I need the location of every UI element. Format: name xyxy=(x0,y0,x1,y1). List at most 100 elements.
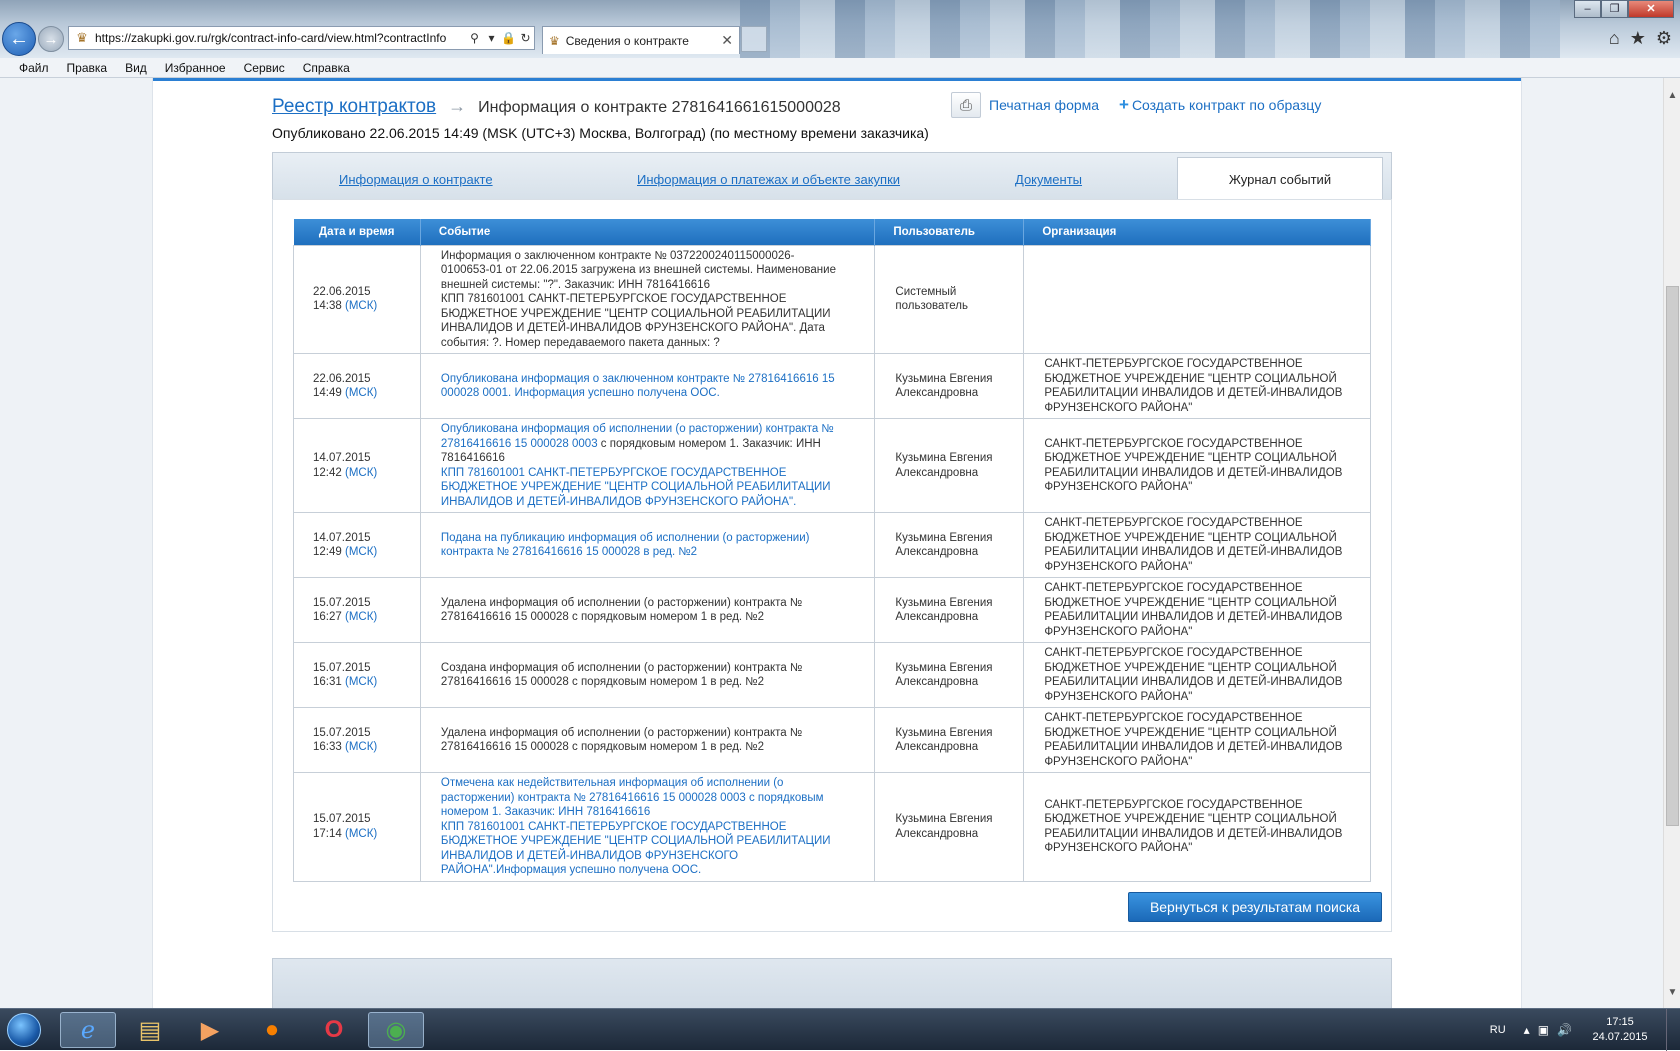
organization-name: БЮДЖЕТНОЕ УЧРЕЖДЕНИЕ "ЦЕНТР СОЦИАЛЬНОЙ xyxy=(1044,726,1337,739)
table-row: 22.06.2015 14:38 (МСК) Информация о заключ… xyxy=(293,244,1371,354)
user-name: Александровна xyxy=(895,466,979,479)
new-tab-button[interactable] xyxy=(741,26,767,52)
table-row: 15.07.2015 16:27 (МСК) Удалена информация … xyxy=(293,577,1371,643)
scroll-down-icon[interactable]: ▼ xyxy=(1664,987,1680,1004)
event-link[interactable]: 000028 0001. Информация успешно получена… xyxy=(441,387,720,399)
firefox-taskbar-button[interactable]: ● xyxy=(244,1012,300,1048)
scrollbar-thumb[interactable] xyxy=(1666,286,1679,826)
close-tab-icon[interactable]: ✕ xyxy=(721,32,733,49)
favorites-star-icon[interactable]: ★ xyxy=(1630,28,1646,49)
menu-favorites[interactable]: Избранное xyxy=(165,61,226,75)
lock-icon[interactable]: 🔒 xyxy=(500,31,517,45)
event-link[interactable]: Отмечена как недействительная информация… xyxy=(441,777,784,789)
table-row: 15.07.2015 16:31 (МСК) Создана информация … xyxy=(293,642,1371,708)
tab-contract-info[interactable]: Информация о контракте xyxy=(339,172,493,187)
volume-icon[interactable]: 🔊 xyxy=(1557,1023,1572,1037)
chrome-taskbar-button[interactable]: ◉ xyxy=(368,1012,424,1048)
column-header-event[interactable]: Событие xyxy=(420,219,876,245)
event-link[interactable]: БЮДЖЕТНОЕ УЧРЕЖДЕНИЕ "ЦЕНТР СОЦИАЛЬНОЙ Р… xyxy=(441,835,831,847)
cell-user: Системный пользователь xyxy=(874,244,1025,354)
event-link[interactable]: КПП 781601001 САНКТ-ПЕТЕРБУРГСКОЕ ГОСУДА… xyxy=(441,467,786,479)
scroll-up-icon[interactable]: ▲ xyxy=(1664,90,1680,107)
event-text: 27816416616 15 000028 с порядковым номер… xyxy=(440,741,765,753)
show-desktop-button[interactable] xyxy=(1666,1009,1680,1051)
language-indicator[interactable]: RU xyxy=(1490,1024,1506,1036)
address-url[interactable]: https://zakupki.gov.ru/rgk/contract-info… xyxy=(95,31,466,45)
event-link[interactable]: ИНВАЛИДОВ И ДЕТЕЙ-ИНВАЛИДОВ ФРУНЗЕНСКОГО… xyxy=(441,496,796,508)
user-name: Кузьмина Евгения xyxy=(895,531,993,544)
timezone-link[interactable]: (МСК) xyxy=(345,741,377,753)
maximize-button[interactable]: ❐ xyxy=(1601,0,1628,18)
tray-expand-icon[interactable]: ▴ xyxy=(1524,1023,1530,1037)
search-icon[interactable]: ⚲ xyxy=(466,31,483,45)
event-link[interactable]: Подана на публикацию информация об испол… xyxy=(441,532,810,544)
menu-tools[interactable]: Сервис xyxy=(244,61,285,75)
create-contract-label[interactable]: Создать контракт по образцу xyxy=(1132,97,1321,113)
event-link[interactable]: РАЙОНА".Информация успешно получена ООС. xyxy=(441,864,701,876)
timezone-link[interactable]: (МСК) xyxy=(345,467,377,479)
event-text: Информация о заключенном контракте № 037… xyxy=(440,249,795,262)
timezone-link[interactable]: (МСК) xyxy=(345,676,377,688)
opera-taskbar-button[interactable]: O xyxy=(306,1012,362,1048)
user-name: Системный xyxy=(895,285,957,298)
network-icon[interactable]: ▣ xyxy=(1538,1023,1549,1037)
organization-name: БЮДЖЕТНОЕ УЧРЕЖДЕНИЕ "ЦЕНТР СОЦИАЛЬНОЙ xyxy=(1044,813,1337,826)
minimize-button[interactable]: – xyxy=(1574,0,1601,18)
start-button[interactable] xyxy=(2,1009,46,1051)
page-container: Реестр контрактов → Информация о контрак… xyxy=(152,78,1522,1008)
timezone-link[interactable]: (МСК) xyxy=(345,546,377,558)
forward-button[interactable]: → xyxy=(38,26,64,52)
print-form-label[interactable]: Печатная форма xyxy=(989,97,1099,113)
event-link[interactable]: КПП 781601001 САНКТ-ПЕТЕРБУРГСКОЕ ГОСУДА… xyxy=(441,821,786,833)
timezone-link[interactable]: (МСК) xyxy=(345,387,377,399)
clock[interactable]: 17:15 24.07.2015 xyxy=(1580,1015,1660,1045)
back-to-results-button[interactable]: Вернуться к результатам поиска xyxy=(1128,892,1382,922)
explorer-taskbar-button[interactable]: ▤ xyxy=(122,1012,178,1048)
event-link[interactable]: 27816416616 15 000028 0003 xyxy=(441,438,598,450)
organization-name: САНКТ-ПЕТЕРБУРГСКОЕ ГОСУДАРСТВЕННОЕ xyxy=(1044,582,1303,594)
back-button[interactable]: ← xyxy=(2,22,36,56)
timezone-link[interactable]: (МСК) xyxy=(345,611,377,623)
column-header-user[interactable]: Пользователь xyxy=(874,219,1025,245)
event-link[interactable]: БЮДЖЕТНОЕ УЧРЕЖДЕНИЕ "ЦЕНТР СОЦИАЛЬНОЙ Р… xyxy=(441,481,831,493)
cell-event: Удалена информация об исполнении (о раст… xyxy=(419,577,876,643)
organization-name: БЮДЖЕТНОЕ УЧРЕЖДЕНИЕ "ЦЕНТР СОЦИАЛЬНОЙ xyxy=(1044,661,1337,674)
tab-event-log[interactable]: Журнал событий xyxy=(1177,157,1383,200)
menu-help[interactable]: Справка xyxy=(303,61,350,75)
dropdown-icon[interactable]: ▾ xyxy=(483,31,500,45)
event-link[interactable]: номером 1. Заказчик: ИНН 7816416616 xyxy=(441,806,650,818)
event-text: КПП 781601001 САНКТ-ПЕТЕРБУРГСКОЕ ГОСУДА… xyxy=(440,293,787,305)
ie-taskbar-button[interactable]: ℯ xyxy=(60,1012,116,1048)
browser-tab[interactable]: ♛ Сведения о контракте ✕ xyxy=(542,26,740,54)
event-link[interactable]: Опубликована информация об исполнении (о… xyxy=(441,423,834,435)
event-link[interactable]: ИНВАЛИДОВ И ДЕТЕЙ-ИНВАЛИДОВ ФРУНЗЕНСКОГО xyxy=(441,850,738,862)
menu-view[interactable]: Вид xyxy=(125,61,147,75)
opera-icon: O xyxy=(324,1016,344,1043)
event-link[interactable]: Опубликована информация о заключенном ко… xyxy=(441,373,835,385)
media-taskbar-button[interactable]: ▶ xyxy=(182,1012,238,1048)
refresh-icon[interactable]: ↻ xyxy=(517,31,534,45)
address-bar[interactable]: ♛ https://zakupki.gov.ru/rgk/contract-in… xyxy=(68,26,535,50)
print-form-button[interactable]: ⎙ Печатная форма xyxy=(951,92,1099,118)
column-header-organization[interactable]: Организация xyxy=(1023,219,1371,245)
vertical-scrollbar[interactable]: ▲ ▼ xyxy=(1663,78,1680,1008)
desktop-background-strip xyxy=(740,0,1560,58)
event-text: ИНВАЛИДОВ И ДЕТЕЙ-ИНВАЛИДОВ ФРУНЗЕНСКОГО… xyxy=(440,322,825,334)
menu-edit[interactable]: Правка xyxy=(67,61,108,75)
user-name: Кузьмина Евгения xyxy=(895,813,993,826)
event-link[interactable]: расторжении) контракта № 27816416616 15 … xyxy=(441,792,824,804)
menu-file[interactable]: Файл xyxy=(19,61,49,75)
event-time: 14:38 xyxy=(313,300,342,313)
home-icon[interactable]: ⌂ xyxy=(1609,28,1620,49)
gear-icon[interactable]: ⚙ xyxy=(1656,28,1672,49)
timezone-link[interactable]: (МСК) xyxy=(345,828,377,840)
timezone-link[interactable]: (МСК) xyxy=(345,300,377,312)
close-window-button[interactable]: ✕ xyxy=(1628,0,1674,18)
event-link[interactable]: контракта № 27816416616 15 000028 в ред.… xyxy=(441,546,697,558)
create-contract-button[interactable]: + Создать контракт по образцу xyxy=(1119,95,1321,115)
tab-documents[interactable]: Документы xyxy=(1015,172,1082,187)
registry-link[interactable]: Реестр контрактов xyxy=(272,96,436,118)
organization-name: ФРУНЗЕНСКОГО РАЙОНА" xyxy=(1044,401,1193,414)
column-header-datetime[interactable]: Дата и время xyxy=(293,219,421,245)
tab-payments-info[interactable]: Информация о платежах и объекте закупки xyxy=(637,172,900,187)
